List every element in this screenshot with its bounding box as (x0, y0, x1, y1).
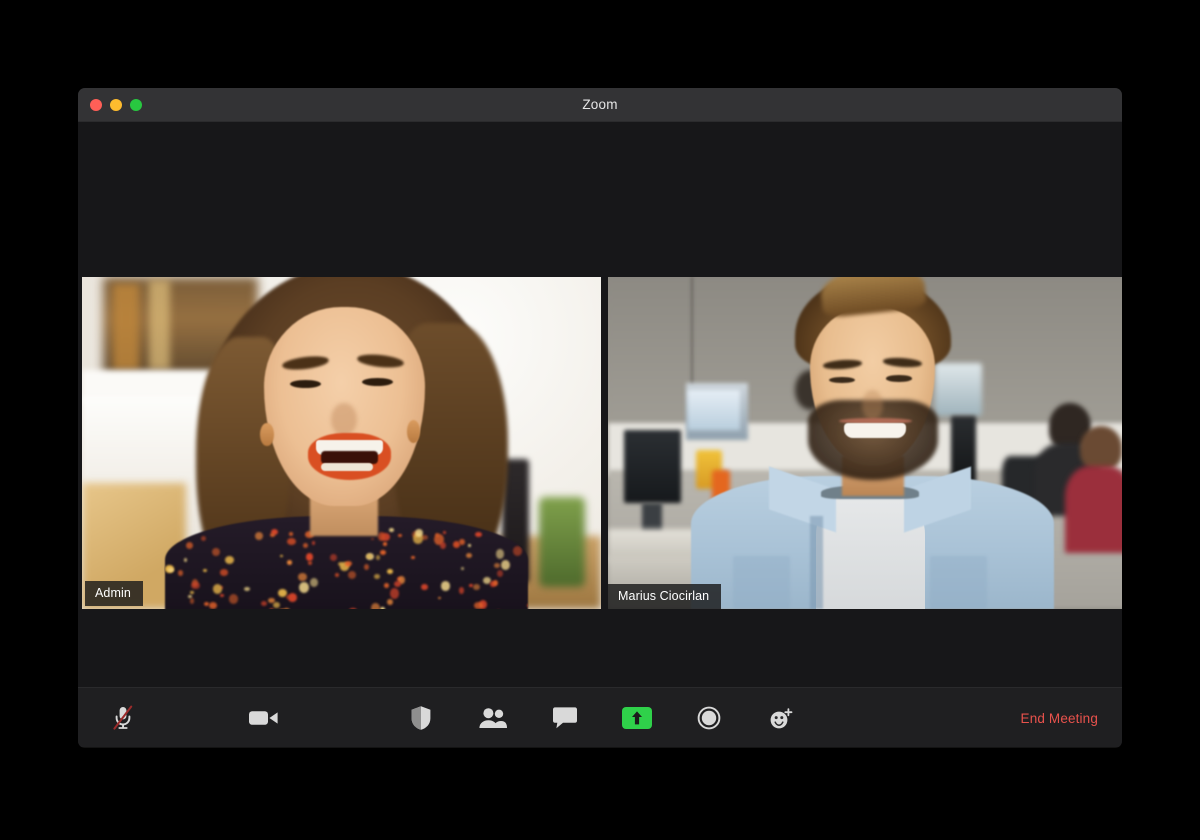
reactions-smiley-icon (768, 706, 794, 730)
window-title-bar: Zoom (78, 88, 1122, 122)
reactions-button[interactable] (750, 688, 812, 748)
participant-name-badge: Marius Ciocirlan (608, 584, 722, 609)
microphone-muted-icon (111, 705, 135, 731)
close-window-button[interactable] (90, 99, 102, 111)
minimize-window-button[interactable] (110, 99, 122, 111)
toggle-video-button[interactable] (233, 688, 295, 748)
window-title: Zoom (582, 97, 618, 112)
mute-audio-button[interactable] (92, 688, 154, 748)
participant-tile-marius[interactable]: Marius Ciocirlan (608, 277, 1122, 609)
zoom-meeting-window: Zoom Admin Marius Ciocirlan End Meeting (78, 88, 1122, 748)
record-button[interactable] (678, 688, 740, 748)
participant-tile-grid: Admin Marius Ciocirlan (82, 277, 1122, 609)
shield-icon (410, 705, 432, 731)
maximize-window-button[interactable] (130, 99, 142, 111)
participant-video-marius (608, 277, 1122, 609)
end-meeting-label: End Meeting (1020, 710, 1098, 726)
participant-video-admin (82, 277, 601, 609)
meeting-toolbar: End Meeting (78, 687, 1122, 747)
security-button[interactable] (390, 688, 452, 748)
share-screen-button[interactable] (606, 688, 668, 748)
traffic-light-group (90, 88, 142, 122)
chat-button[interactable] (534, 688, 596, 748)
end-meeting-button[interactable]: End Meeting (1021, 688, 1098, 748)
participant-tile-admin[interactable]: Admin (82, 277, 601, 609)
record-circle-icon (697, 706, 721, 730)
participants-button[interactable] (462, 688, 524, 748)
video-camera-icon (248, 708, 280, 728)
video-canvas: Admin Marius Ciocirlan (78, 122, 1122, 687)
share-screen-icon (622, 707, 652, 729)
participant-name-badge: Admin (85, 581, 143, 606)
chat-bubble-icon (552, 706, 578, 730)
participants-icon (478, 707, 508, 729)
